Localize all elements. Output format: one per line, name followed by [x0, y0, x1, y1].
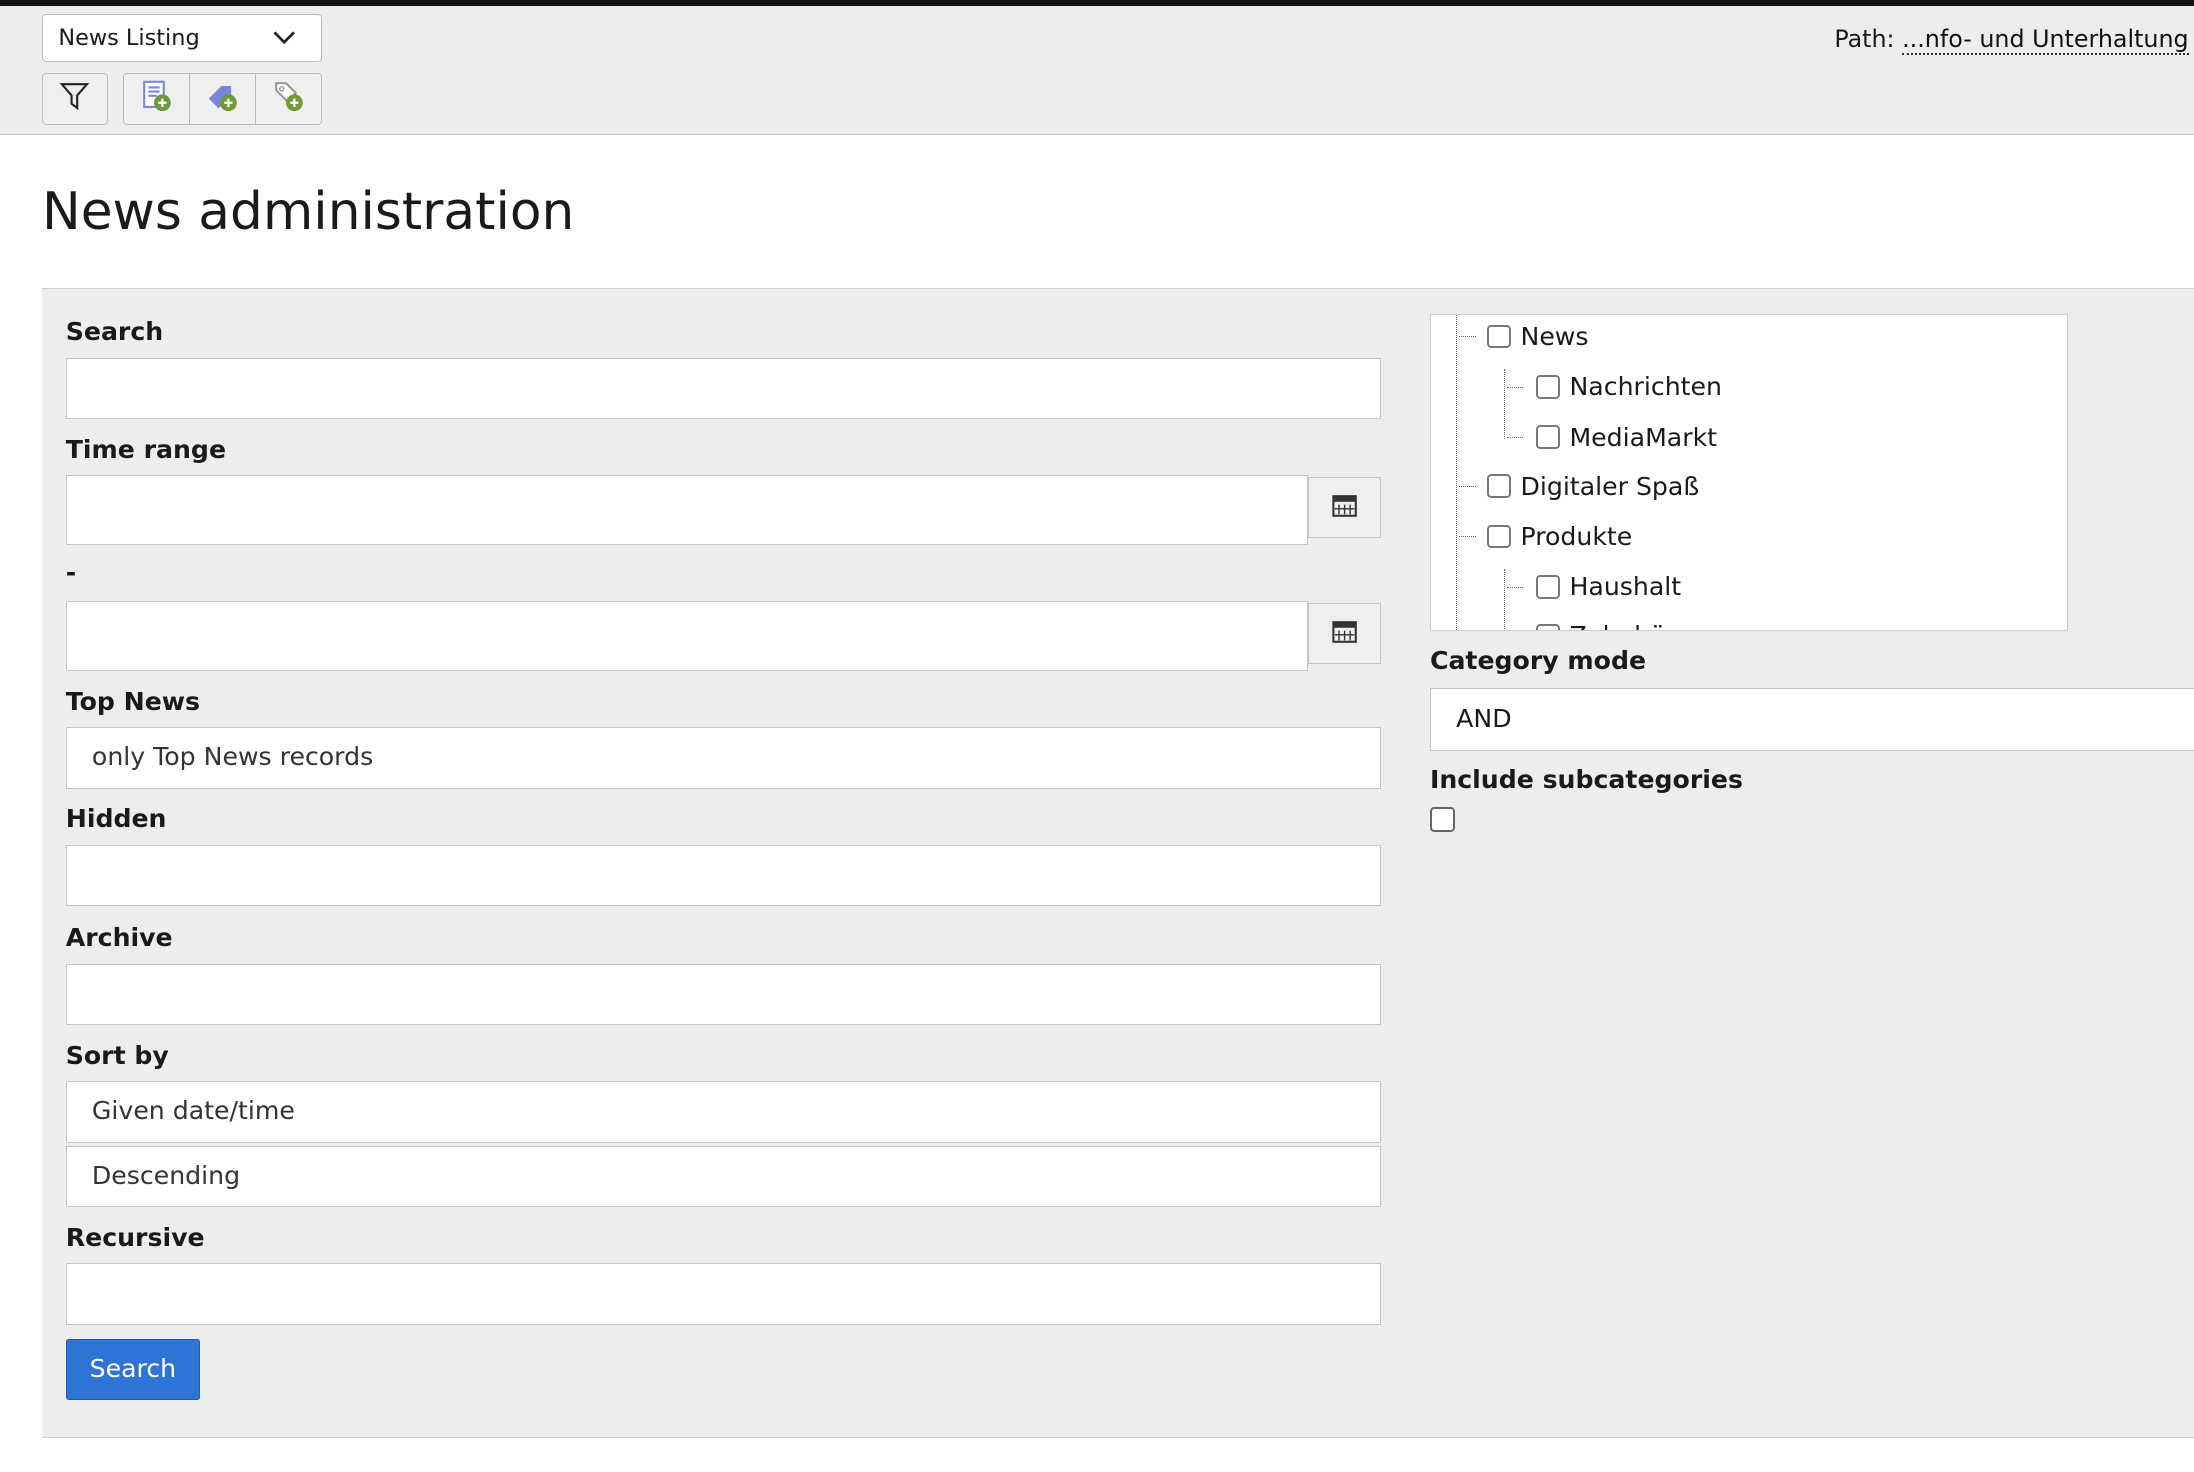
path-link[interactable]: ...nfo- und Unterhaltung: [1902, 25, 2189, 56]
include-subcategories-checkbox[interactable]: [1429, 806, 1456, 833]
category-tree[interactable]: News Nachrichten MediaMarkt Digitaler Sp…: [1429, 314, 2068, 631]
category-checkbox[interactable]: [1535, 374, 1560, 399]
chevron-down-icon: [273, 15, 296, 63]
time-to-input[interactable]: [65, 601, 1309, 672]
tree-item-label: MediaMarkt: [1569, 422, 1718, 452]
category-checkbox[interactable]: [1486, 474, 1511, 498]
recursive-label: Recursive: [65, 1222, 205, 1252]
category-mode-select[interactable]: AND: [1429, 688, 2194, 751]
new-tag-button[interactable]: [256, 74, 321, 124]
sort-direction-select[interactable]: Descending: [65, 1145, 1381, 1208]
filter-panel: Search Time range - Top News only Top Ne…: [41, 288, 2194, 1438]
new-record-button-group: [123, 72, 322, 125]
category-checkbox[interactable]: [1535, 425, 1560, 450]
separator-label: -: [65, 557, 77, 587]
new-category-icon: [206, 79, 240, 119]
top-news-label: Top News: [65, 686, 201, 716]
search-label: Search: [65, 317, 164, 347]
new-news-button[interactable]: [124, 73, 191, 124]
search-button[interactable]: Search: [65, 1338, 201, 1401]
tree-item-label: Haushalt: [1569, 572, 1682, 602]
top-news-select[interactable]: only Top News records: [65, 727, 1381, 789]
new-news-record-icon: [140, 79, 174, 119]
tree-item[interactable]: Nachrichten: [1535, 366, 1722, 408]
tree-item-label: Zubehör: [1569, 621, 1675, 629]
tree-item[interactable]: Produkte: [1486, 515, 1633, 557]
path-label: Path:: [1834, 25, 1895, 54]
sort-by-label: Sort by: [65, 1040, 169, 1070]
docheader: News Listing Path: ...nfo- und Unterhalt…: [0, 5, 2194, 136]
time-from-input[interactable]: [65, 475, 1309, 546]
tree-item-label: Digitaler Spaß: [1520, 471, 1700, 501]
page-title: News administration: [41, 181, 575, 242]
category-checkbox[interactable]: [1486, 524, 1511, 549]
calendar-icon: [1332, 492, 1357, 523]
tree-item[interactable]: Zubehör: [1535, 615, 1676, 630]
tree-item-label: Produkte: [1520, 521, 1633, 551]
tree-item[interactable]: Digitaler Spaß: [1486, 465, 1700, 507]
category-checkbox[interactable]: [1535, 574, 1560, 599]
hidden-select[interactable]: [65, 844, 1381, 907]
archive-label: Archive: [65, 923, 173, 953]
tree-item-label: News: [1520, 321, 1589, 351]
tree-item[interactable]: Haushalt: [1535, 566, 1682, 608]
calendar-icon: [1332, 618, 1357, 649]
filter-button[interactable]: [41, 72, 108, 125]
category-checkbox[interactable]: [1486, 324, 1511, 349]
tree-item[interactable]: News: [1486, 315, 1589, 357]
new-tag-icon: [272, 79, 306, 119]
archive-select[interactable]: [65, 963, 1381, 1026]
category-mode-label: Category mode: [1429, 646, 1647, 676]
search-input[interactable]: [65, 357, 1381, 420]
sort-field-select[interactable]: Given date/time: [65, 1081, 1381, 1143]
tree-item[interactable]: MediaMarkt: [1535, 416, 1718, 458]
include-subcategories-label: Include subcategories: [1429, 764, 1743, 794]
time-range-label: Time range: [65, 434, 227, 464]
recursive-select[interactable]: [65, 1263, 1381, 1325]
time-from-calendar-button[interactable]: [1308, 476, 1381, 539]
tree-item-label: Nachrichten: [1569, 372, 1722, 402]
hidden-label: Hidden: [65, 804, 167, 834]
new-category-button[interactable]: [190, 73, 256, 124]
category-checkbox[interactable]: [1535, 623, 1560, 630]
filter-icon: [59, 80, 90, 117]
time-to-calendar-button[interactable]: [1308, 602, 1381, 665]
module-select[interactable]: News Listing: [41, 13, 322, 63]
module-select-value: News Listing: [58, 24, 200, 51]
breadcrumb: Path: ...nfo- und Unterhaltung: [1834, 25, 2189, 56]
